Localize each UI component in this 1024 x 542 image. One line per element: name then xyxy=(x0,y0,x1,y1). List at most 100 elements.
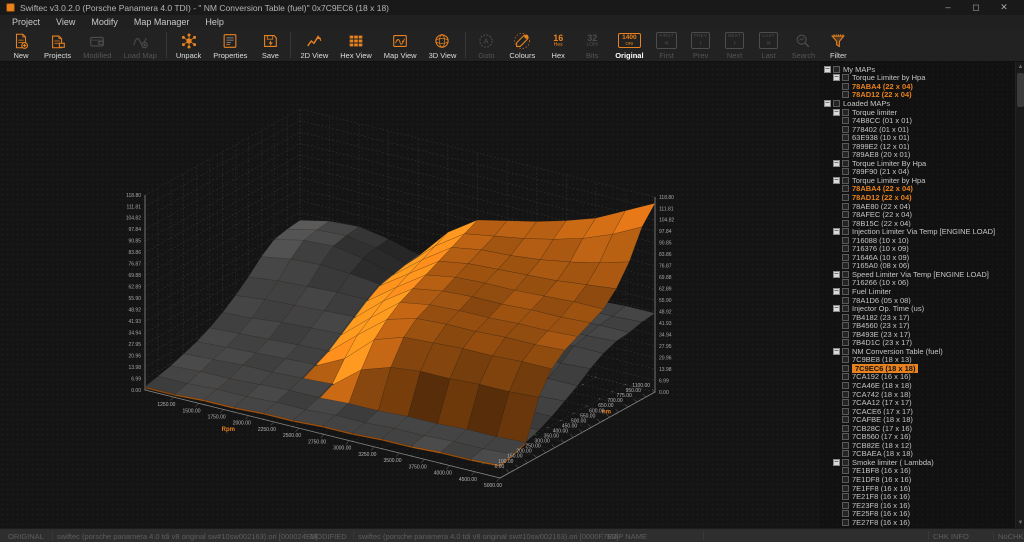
tree-map-row[interactable]: 716266 (10 x 06) xyxy=(822,279,1014,288)
expander-minus-icon[interactable]: – xyxy=(833,348,840,355)
tree-checkbox[interactable] xyxy=(842,185,849,192)
tree-map-row[interactable]: 7E1FF8 (16 x 16) xyxy=(822,484,1014,493)
tree-checkbox[interactable] xyxy=(842,493,849,500)
tree-checkbox[interactable] xyxy=(842,194,849,201)
filter-button[interactable]: Filter xyxy=(821,29,855,61)
expander-minus-icon[interactable]: – xyxy=(824,100,831,107)
projects-button[interactable]: Projects xyxy=(38,29,77,61)
save-button[interactable]: Save xyxy=(253,29,287,61)
tree-checkbox[interactable] xyxy=(842,459,849,466)
tree-checkbox[interactable] xyxy=(842,485,849,492)
tree-checkbox[interactable] xyxy=(842,382,849,389)
3d-view-button[interactable]: 3D View xyxy=(423,29,463,61)
tree-checkbox[interactable] xyxy=(842,416,849,423)
tree-checkbox[interactable] xyxy=(842,126,849,133)
tree-checkbox[interactable] xyxy=(833,100,840,107)
tree-checkbox[interactable] xyxy=(842,160,849,167)
tree-map-row[interactable]: 7CB560 (17 x 16) xyxy=(822,433,1014,442)
minimize-button[interactable]: – xyxy=(934,0,962,15)
expander-minus-icon[interactable]: – xyxy=(833,74,840,81)
tree-checkbox[interactable] xyxy=(842,109,849,116)
tree-map-row[interactable]: 716376 (10 x 09) xyxy=(822,244,1014,253)
tree-checkbox[interactable] xyxy=(833,66,840,73)
expander-minus-icon[interactable]: – xyxy=(833,459,840,466)
tree-checkbox[interactable] xyxy=(842,408,849,415)
tree-checkbox[interactable] xyxy=(842,433,849,440)
tree-checkbox[interactable] xyxy=(842,117,849,124)
tree-checkbox[interactable] xyxy=(842,143,849,150)
expander-minus-icon[interactable]: – xyxy=(833,177,840,184)
3d-surface-chart[interactable]: 118.80118.80111.81111.81104.82104.8297.8… xyxy=(0,62,820,528)
tree-map-row[interactable]: 7CA46E (18 x 18) xyxy=(822,381,1014,390)
scroll-down-icon[interactable]: ▼ xyxy=(1016,518,1024,528)
tree-map-row[interactable]: 789F90 (21 x 04) xyxy=(822,168,1014,177)
tree-checkbox[interactable] xyxy=(842,314,849,321)
tree-group-row[interactable]: –NM Conversion Table (fuel) xyxy=(822,347,1014,356)
tree-group-row[interactable]: –Torque Limiter by Hpa xyxy=(822,176,1014,185)
tree-checkbox[interactable] xyxy=(842,168,849,175)
tree-map-row[interactable]: 7E25F8 (16 x 16) xyxy=(822,509,1014,518)
maximize-button[interactable]: ◻ xyxy=(962,0,990,15)
tree-group-row[interactable]: –Loaded MAPs xyxy=(822,99,1014,108)
tree-checkbox[interactable] xyxy=(842,151,849,158)
tree-map-row[interactable]: 7165A0 (08 x 06) xyxy=(822,262,1014,271)
tree-checkbox[interactable] xyxy=(842,83,849,90)
tree-scrollbar[interactable]: ▲ ▼ xyxy=(1015,62,1024,528)
tree-checkbox[interactable] xyxy=(842,177,849,184)
tree-group-row[interactable]: –Fuel Limiter xyxy=(822,287,1014,296)
expander-minus-icon[interactable]: – xyxy=(833,228,840,235)
tree-checkbox[interactable] xyxy=(842,134,849,141)
tree-checkbox[interactable] xyxy=(842,476,849,483)
tree-map-row[interactable]: 78AFEC (22 x 04) xyxy=(822,210,1014,219)
tree-checkbox[interactable] xyxy=(842,91,849,98)
tree-checkbox[interactable] xyxy=(842,331,849,338)
tree-checkbox[interactable] xyxy=(842,442,849,449)
tree-checkbox[interactable] xyxy=(842,510,849,517)
expander-minus-icon[interactable]: – xyxy=(833,271,840,278)
tree-checkbox[interactable] xyxy=(842,228,849,235)
properties-button[interactable]: Properties xyxy=(207,29,253,61)
tree-checkbox[interactable] xyxy=(842,211,849,218)
menu-map-manager[interactable]: Map Manager xyxy=(126,17,198,27)
original-button[interactable]: 1400ORIOriginal xyxy=(609,29,649,61)
tree-checkbox[interactable] xyxy=(842,254,849,261)
tree-group-row[interactable]: –Torque Limiter By Hpa xyxy=(822,159,1014,168)
tree-map-row[interactable]: 7B4D1C (23 x 17) xyxy=(822,339,1014,348)
tree-checkbox[interactable] xyxy=(842,237,849,244)
tree-map-row[interactable]: 7B493E (23 x 17) xyxy=(822,330,1014,339)
tree-map-row[interactable]: 7CB82E (18 x 12) xyxy=(822,441,1014,450)
tree-checkbox[interactable] xyxy=(842,365,849,372)
tree-checkbox[interactable] xyxy=(842,305,849,312)
tree-checkbox[interactable] xyxy=(842,373,849,380)
tree-map-row[interactable]: 78A1D6 (05 x 08) xyxy=(822,296,1014,305)
tree-map-row[interactable]: 74B8CC (01 x 01) xyxy=(822,116,1014,125)
tree-map-row[interactable]: 7C9EC6 (18 x 18) xyxy=(822,364,1014,373)
tree-map-row[interactable]: 7CACE6 (17 x 17) xyxy=(822,407,1014,416)
map-view-button[interactable]: Map View xyxy=(378,29,423,61)
tree-map-row[interactable]: 7CA742 (18 x 18) xyxy=(822,390,1014,399)
tree-map-row[interactable]: 7899E2 (12 x 01) xyxy=(822,142,1014,151)
hex-view-button[interactable]: Hex View xyxy=(334,29,378,61)
tree-map-row[interactable]: 7CB28C (17 x 16) xyxy=(822,424,1014,433)
tree-group-row[interactable]: –Injector Op. Time (us) xyxy=(822,304,1014,313)
tree-map-row[interactable]: 78AD12 (22 x 04) xyxy=(822,193,1014,202)
tree-checkbox[interactable] xyxy=(842,519,849,526)
tree-map-row[interactable]: 78ABA4 (22 x 04) xyxy=(822,82,1014,91)
tree-map-row[interactable]: 7E1BF8 (16 x 16) xyxy=(822,467,1014,476)
new-button[interactable]: New xyxy=(4,29,38,61)
tree-map-row[interactable]: 7CA192 (16 x 16) xyxy=(822,373,1014,382)
tree-group-row[interactable]: –Torque Limiter by Hpa xyxy=(822,74,1014,83)
tree-checkbox[interactable] xyxy=(842,322,849,329)
tree-map-row[interactable]: 7CAFBE (18 x 18) xyxy=(822,415,1014,424)
tree-map-row[interactable]: 78ABA4 (22 x 04) xyxy=(822,185,1014,194)
tree-checkbox[interactable] xyxy=(842,271,849,278)
tree-group-row[interactable]: –My MAPs xyxy=(822,65,1014,74)
tree-group-row[interactable]: –Speed Limiter Via Temp [ENGINE LOAD] xyxy=(822,270,1014,279)
tree-group-row[interactable]: –Injection Limiter Via Temp [ENGINE LOAD… xyxy=(822,227,1014,236)
tree-map-row[interactable]: 71646A (10 x 09) xyxy=(822,253,1014,262)
tree-map-row[interactable]: 716088 (10 x 10) xyxy=(822,236,1014,245)
tree-map-row[interactable]: 78B15C (22 x 04) xyxy=(822,219,1014,228)
tree-checkbox[interactable] xyxy=(842,288,849,295)
tree-map-row[interactable]: 7CAA12 (17 x 17) xyxy=(822,398,1014,407)
tree-map-row[interactable]: 7B4560 (23 x 17) xyxy=(822,321,1014,330)
